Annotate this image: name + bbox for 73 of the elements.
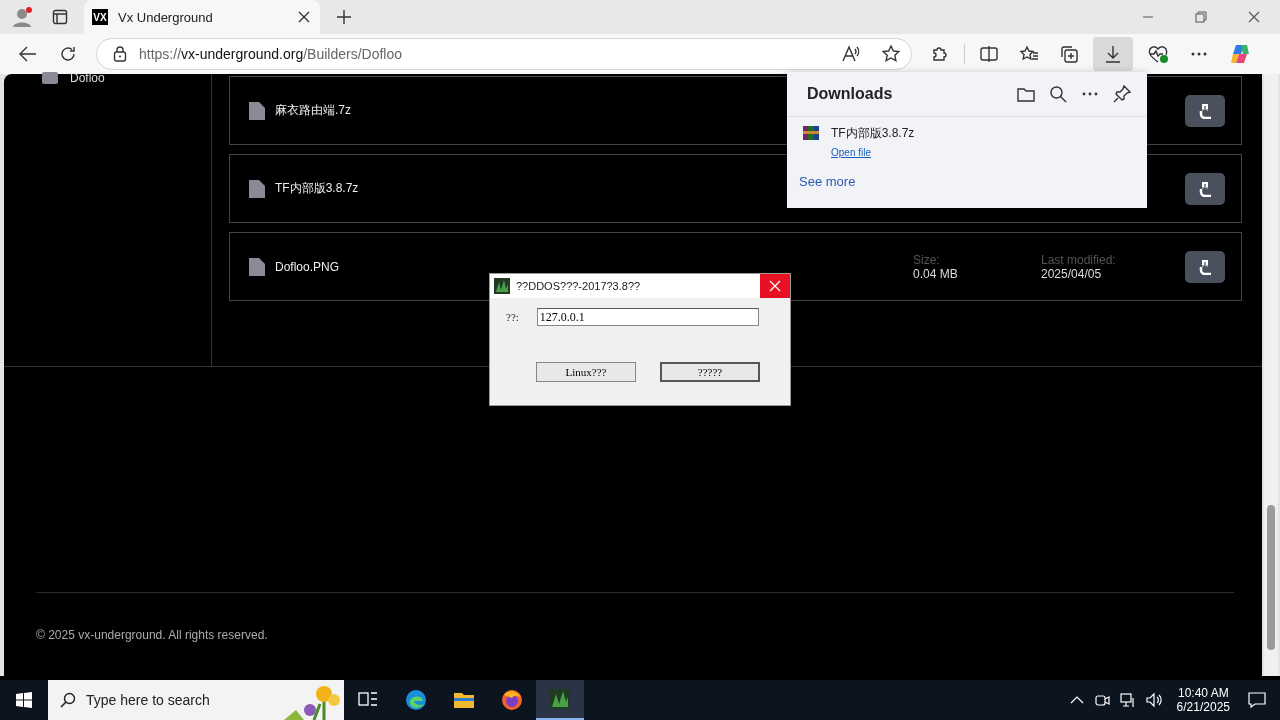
health-icon[interactable] bbox=[1147, 44, 1169, 64]
search-field[interactable]: Type here to search bbox=[48, 680, 344, 720]
download-icon bbox=[1197, 258, 1213, 275]
meet-icon[interactable] bbox=[1093, 692, 1110, 708]
scrollbar-thumb[interactable] bbox=[1267, 505, 1275, 650]
file-size: 0.04 MB bbox=[913, 266, 959, 281]
read-aloud-icon[interactable] bbox=[841, 45, 861, 63]
panel-title: Downloads bbox=[807, 85, 893, 103]
address-bar[interactable]: https://vx-underground.org/Builders/Dofloo bbox=[96, 38, 912, 70]
see-more-link[interactable]: See more bbox=[799, 174, 856, 189]
folder-icon bbox=[42, 72, 58, 84]
download-icon bbox=[1197, 180, 1213, 197]
swirl-icon bbox=[405, 689, 427, 711]
file-name[interactable]: TF内部版3.8.7z bbox=[275, 180, 359, 197]
download-icon bbox=[1103, 44, 1123, 64]
volume-icon[interactable] bbox=[1145, 692, 1164, 708]
profile-icon bbox=[11, 6, 33, 28]
modified-date: 2025/04/05 bbox=[1041, 266, 1103, 281]
chart-icon bbox=[549, 688, 571, 710]
download-button[interactable] bbox=[1185, 172, 1225, 205]
download-icon bbox=[1197, 102, 1213, 119]
close-icon[interactable] bbox=[1248, 11, 1260, 23]
windows-icon bbox=[16, 692, 32, 708]
close-button[interactable] bbox=[760, 274, 790, 298]
copilot-icon[interactable] bbox=[1229, 43, 1251, 65]
puzzle-icon[interactable] bbox=[930, 44, 950, 64]
file-name[interactable]: Dofloo.PNG bbox=[275, 259, 340, 274]
tabs-icon bbox=[52, 9, 68, 25]
close-icon[interactable] bbox=[298, 11, 310, 23]
url-text: https://vx-underground.org/Builders/Dofloo bbox=[139, 46, 403, 62]
file-icon bbox=[249, 101, 265, 120]
clock-date[interactable]: 6/21/2025 bbox=[1176, 700, 1230, 714]
file-icon bbox=[249, 257, 265, 276]
dialog-title: ??DDOS???-2017?3.8?? bbox=[516, 280, 641, 292]
site-favicon: VX bbox=[92, 9, 108, 25]
collections-icon[interactable] bbox=[1059, 44, 1079, 64]
download-button[interactable] bbox=[1185, 94, 1225, 127]
search-icon bbox=[60, 692, 76, 708]
field-label: ??: bbox=[506, 311, 519, 323]
fox-globe-icon bbox=[501, 689, 523, 711]
copyright-text: © 2025 vx-underground. All rights reserved. bbox=[36, 592, 1234, 642]
pin-icon[interactable] bbox=[1113, 85, 1131, 103]
app-icon bbox=[494, 278, 510, 294]
file-name[interactable]: 麻衣路由端.7z bbox=[275, 102, 351, 119]
folder-icon[interactable] bbox=[1017, 86, 1035, 102]
scrollbar[interactable] bbox=[1264, 74, 1278, 676]
size-label: Size: bbox=[913, 252, 941, 267]
address-field[interactable]: 127.0.0.1 bbox=[536, 308, 759, 326]
star-icon[interactable] bbox=[881, 44, 901, 64]
dialog-button[interactable]: Linux??? bbox=[536, 362, 636, 382]
browser-tab[interactable]: VX Vx Underground bbox=[84, 0, 320, 34]
chevron-up-icon[interactable] bbox=[1069, 695, 1084, 705]
archive-icon bbox=[803, 125, 819, 141]
file-icon bbox=[249, 179, 265, 198]
back-icon[interactable] bbox=[18, 44, 38, 64]
dialog-button[interactable]: ????? bbox=[660, 362, 760, 382]
downloads-button[interactable] bbox=[1093, 37, 1133, 71]
sidebar-item[interactable]: Dofloo bbox=[70, 71, 105, 85]
close-icon bbox=[769, 280, 781, 292]
taskbar-app[interactable] bbox=[536, 680, 584, 720]
network-icon[interactable] bbox=[1119, 692, 1136, 708]
download-button[interactable] bbox=[1185, 250, 1225, 283]
notification-icon[interactable] bbox=[1248, 691, 1266, 709]
restore-icon[interactable] bbox=[1195, 11, 1207, 23]
split-screen-icon[interactable] bbox=[979, 44, 999, 64]
search-icon[interactable] bbox=[1049, 85, 1067, 103]
refresh-icon[interactable] bbox=[58, 44, 78, 64]
file-name: TF内部版3.8.7z bbox=[831, 125, 915, 142]
modified-label: Last modified: bbox=[1041, 252, 1117, 267]
new-tab-icon[interactable] bbox=[336, 9, 352, 25]
clock-time[interactable]: 10:40 AM bbox=[1176, 686, 1230, 700]
tab-title: Vx Underground bbox=[118, 9, 214, 25]
lock-icon bbox=[113, 46, 127, 62]
